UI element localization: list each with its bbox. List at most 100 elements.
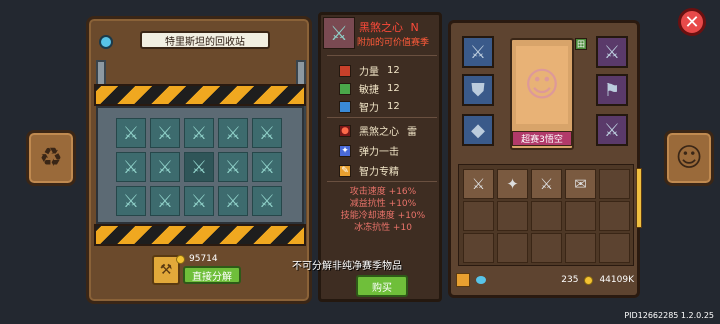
close-button[interactable]: ✕ xyxy=(678,8,706,36)
inventory-slot[interactable]: ✉ xyxy=(565,169,596,199)
hero-face-icon: ☺ xyxy=(675,143,703,173)
recycle-slot[interactable]: ⚔ xyxy=(150,118,180,148)
skill-suffix: 雷 xyxy=(407,127,417,138)
decompose-button[interactable]: 直接分解 xyxy=(183,266,241,284)
item-level-badge: N xyxy=(410,21,419,34)
stat-label: 力量 xyxy=(359,67,379,78)
skill-row: ✎ 智力专精 xyxy=(339,163,399,178)
character-portrait: ☺ xyxy=(516,46,568,124)
item-icon: ⚔ xyxy=(323,17,355,49)
stat-value: 12 xyxy=(387,65,400,76)
recycle-slot[interactable]: ⚔ xyxy=(116,152,146,182)
stat-row-intellect: 智力 12 xyxy=(339,99,400,114)
divider xyxy=(327,117,437,118)
hazard-stripe-bottom xyxy=(94,224,306,246)
strength-icon xyxy=(339,64,351,77)
intellect-mastery-icon: ✎ xyxy=(339,164,351,177)
equip-slot-gem[interactable]: ◆ xyxy=(462,114,494,146)
equip-slot-weapon[interactable]: ⚔ xyxy=(462,36,494,68)
inventory-slot[interactable] xyxy=(565,233,596,263)
inventory-slot[interactable] xyxy=(599,201,630,231)
buy-button[interactable]: 购买 xyxy=(356,275,408,297)
inventory-slot[interactable]: ⚔ xyxy=(463,169,494,199)
build-id: PID12662285 1.2.0.25 xyxy=(624,311,714,320)
skill-label: 黑煞之心 xyxy=(359,127,399,138)
gem-icon xyxy=(476,276,486,284)
inventory-slot[interactable] xyxy=(531,233,562,263)
coin-value: 95714 xyxy=(189,254,218,264)
hero-side-button[interactable]: ☺ xyxy=(664,130,714,186)
inventory-slot[interactable] xyxy=(599,233,630,263)
stat-row-agility: 敏捷 12 xyxy=(339,81,400,96)
inventory-slot[interactable] xyxy=(463,233,494,263)
character-badge: 田 xyxy=(575,38,587,50)
hazard-stripe-top xyxy=(94,84,306,106)
lock-icon[interactable] xyxy=(456,273,470,287)
stat-value: 12 xyxy=(387,83,400,94)
gold-icon xyxy=(584,275,594,285)
inventory-slot[interactable] xyxy=(599,169,630,199)
inventory-slot[interactable] xyxy=(531,201,562,231)
recycle-icon: ♻ xyxy=(39,143,63,173)
skill-label: 弹力一击 xyxy=(359,147,399,158)
game-scene: ♻ 特里斯坦的回收站 ⚔ ⚔ ⚔ ⚔ ⚔ ⚔ ⚔ ⚔ ⚔ ⚔ ⚔ ⚔ ⚔ ⚔ ⚔… xyxy=(0,0,720,324)
effect-line: 冰冻抗性 +10 xyxy=(354,223,412,233)
inventory-slot[interactable] xyxy=(497,233,528,263)
skill-row: ✦ 弹力一击 xyxy=(339,143,399,158)
intellect-icon xyxy=(339,100,351,113)
skill-label: 智力专精 xyxy=(359,167,399,178)
inventory-slot[interactable] xyxy=(565,201,596,231)
inventory-slot[interactable]: ✦ xyxy=(497,169,528,199)
gold-count: 44109K xyxy=(599,275,634,285)
recycle-slot[interactable]: ⚔ xyxy=(184,118,214,148)
equip-slot-cape[interactable]: ⚑ xyxy=(596,74,628,106)
inventory-scrollbar[interactable] xyxy=(636,168,642,228)
equip-slot-sword[interactable]: ⚔ xyxy=(596,114,628,146)
dark-orb-icon: ● xyxy=(339,124,351,137)
gear-icon xyxy=(99,35,113,49)
close-icon: ✕ xyxy=(684,11,700,33)
coin-count: 95714 xyxy=(176,254,218,264)
recycle-slot[interactable]: ⚔ xyxy=(252,152,282,182)
stat-label: 智力 xyxy=(359,103,379,114)
inventory-grid: ⚔ ✦ ⚔ ✉ xyxy=(458,164,634,266)
stat-row-strength: 力量 12 xyxy=(339,63,400,78)
inventory-slot[interactable] xyxy=(463,201,494,231)
recycle-grid: ⚔ ⚔ ⚔ ⚔ ⚔ ⚔ ⚔ ⚔ ⚔ ⚔ ⚔ ⚔ ⚔ ⚔ ⚔ xyxy=(96,106,304,224)
divider xyxy=(327,55,437,56)
recycle-slot[interactable]: ⚔ xyxy=(150,152,180,182)
inventory-slot[interactable] xyxy=(497,201,528,231)
recycle-slot[interactable]: ⚔ xyxy=(252,118,282,148)
recycle-slot[interactable]: ⚔ xyxy=(116,118,146,148)
recycle-slot[interactable]: ⚔ xyxy=(150,186,180,216)
bouncy-strike-icon: ✦ xyxy=(339,144,351,157)
currency-bar: 235 44109K xyxy=(456,270,634,290)
item-subtitle: 附加的可价值赛季 xyxy=(357,38,430,48)
skill-row: ● 黑煞之心 雷 xyxy=(339,123,417,138)
recycle-slot[interactable]: ⚔ xyxy=(218,186,248,216)
recycle-station-title: 特里斯坦的回收站 xyxy=(140,31,270,49)
agility-icon xyxy=(339,82,351,95)
effect-line: 减益抗性 +10% xyxy=(349,199,417,209)
item-name: 黑煞之心 N xyxy=(359,19,419,35)
inventory-slot[interactable]: ⚔ xyxy=(531,169,562,199)
recycle-slot[interactable]: ⚔ xyxy=(218,152,248,182)
stat-label: 敏捷 xyxy=(359,85,379,96)
equip-slot-armor[interactable]: ⛊ xyxy=(462,74,494,106)
divider xyxy=(327,181,437,182)
recycle-slot[interactable]: ⚔ xyxy=(184,186,214,216)
recycle-slot[interactable]: ⚔ xyxy=(252,186,282,216)
tooltip-text: 不可分解非纯净赛季物品 xyxy=(292,261,402,272)
effect-line: 攻击速度 +16% xyxy=(349,187,417,197)
gem-count: 235 xyxy=(561,275,579,285)
recycle-slot[interactable]: ⚔ xyxy=(116,186,146,216)
coin-icon xyxy=(176,254,185,264)
effect-line: 技能冷却速度 +10% xyxy=(340,211,426,221)
character-name: 超赛3悟空 xyxy=(512,131,572,146)
recycle-slot[interactable]: ⚔ xyxy=(218,118,248,148)
recycle-side-button[interactable]: ♻ xyxy=(26,130,76,186)
recycle-slot-selected[interactable]: ⚔ xyxy=(184,152,214,182)
stat-value: 12 xyxy=(387,101,400,112)
equip-slot-helm[interactable]: ⚔ xyxy=(596,36,628,68)
item-name-text: 黑煞之心 xyxy=(359,21,403,34)
